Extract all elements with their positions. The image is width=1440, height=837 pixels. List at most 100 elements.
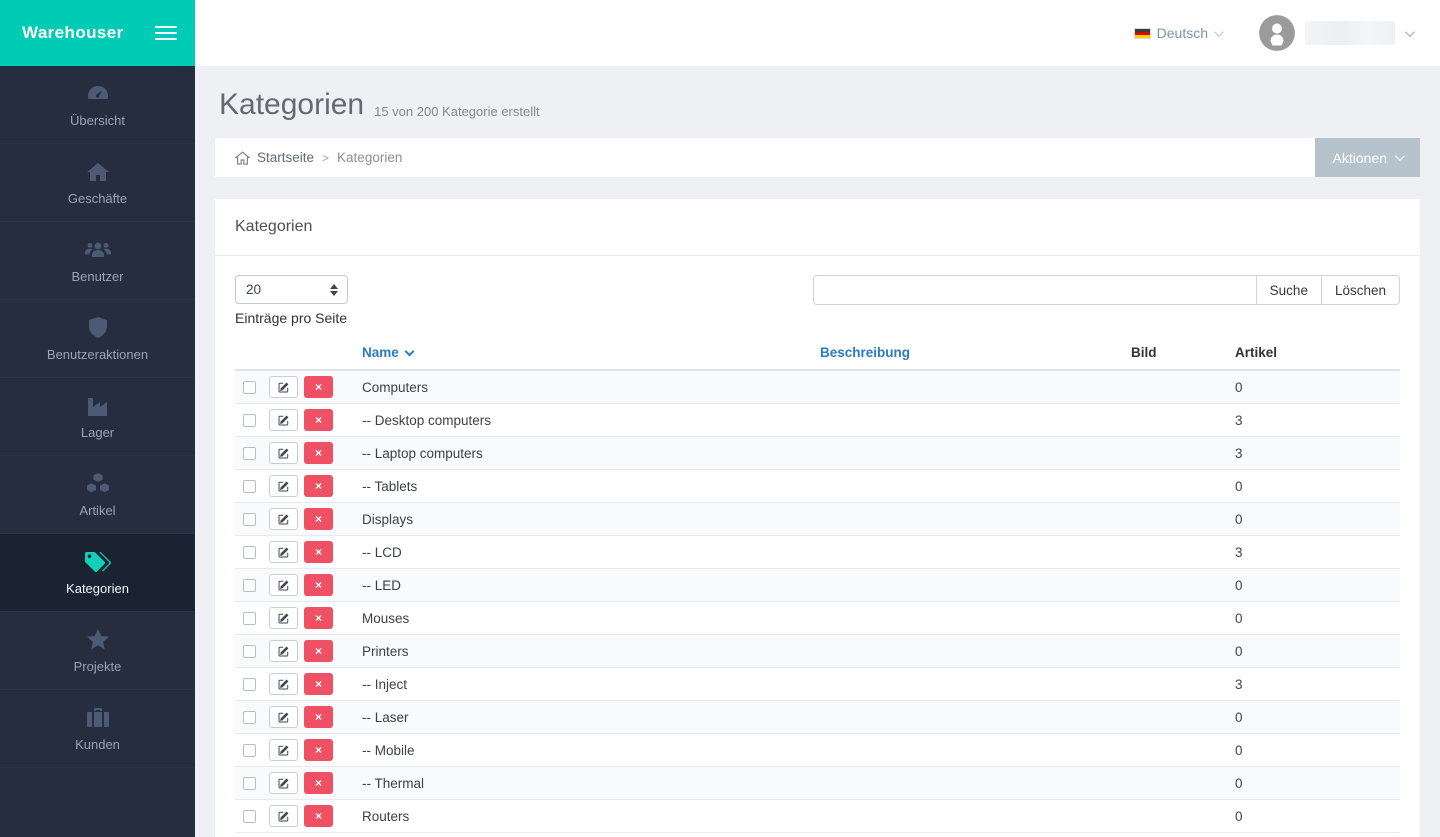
category-bild <box>1123 767 1227 800</box>
row-checkbox[interactable] <box>243 381 256 394</box>
edit-button[interactable] <box>269 574 298 596</box>
sidebar-item-lager[interactable]: Lager <box>0 378 195 456</box>
category-bild <box>1123 437 1227 470</box>
cell-checkbox <box>235 767 261 800</box>
category-artikel: 0 <box>1227 635 1400 668</box>
edit-button[interactable] <box>269 805 298 827</box>
sidebar-item-benutzeraktionen[interactable]: Benutzeraktionen <box>0 300 195 378</box>
category-artikel: 0 <box>1227 800 1400 833</box>
category-artikel: 0 <box>1227 569 1400 602</box>
edit-button[interactable] <box>269 640 298 662</box>
delete-button[interactable]: × <box>304 607 333 629</box>
table-row: ×-- Laser0 <box>235 701 1400 734</box>
row-checkbox[interactable] <box>243 546 256 559</box>
edit-button[interactable] <box>269 541 298 563</box>
sidebar-item-uebersicht[interactable]: Übersicht <box>0 66 195 144</box>
edit-button[interactable] <box>269 475 298 497</box>
sidebar-item-label: Kategorien <box>66 581 129 596</box>
edit-button[interactable] <box>269 409 298 431</box>
user-menu[interactable] <box>1259 15 1412 51</box>
cell-delete: × <box>296 569 336 602</box>
per-page-select[interactable]: 20 <box>235 275 348 304</box>
delete-button[interactable]: × <box>304 706 333 728</box>
search-group: Suche Löschen <box>813 275 1400 305</box>
hamburger-menu-icon[interactable] <box>155 22 177 44</box>
delete-button[interactable]: × <box>304 409 333 431</box>
row-checkbox[interactable] <box>243 777 256 790</box>
cell-checkbox <box>235 536 261 569</box>
cell-checkbox <box>235 404 261 437</box>
row-checkbox[interactable] <box>243 579 256 592</box>
search-button[interactable]: Suche <box>1257 275 1322 305</box>
cell-delete: × <box>296 767 336 800</box>
category-bild <box>1123 734 1227 767</box>
edit-button[interactable] <box>269 376 298 398</box>
delete-button[interactable]: × <box>304 739 333 761</box>
row-checkbox[interactable] <box>243 810 256 823</box>
row-checkbox[interactable] <box>243 645 256 658</box>
sidebar-item-projekte[interactable]: Projekte <box>0 612 195 690</box>
cell-checkbox <box>235 635 261 668</box>
edit-button[interactable] <box>269 673 298 695</box>
delete-button[interactable]: × <box>304 376 333 398</box>
delete-button[interactable]: × <box>304 673 333 695</box>
row-checkbox[interactable] <box>243 513 256 526</box>
sidebar-item-kunden[interactable]: Kunden <box>0 690 195 768</box>
sidebar-item-kategorien[interactable]: Kategorien <box>0 534 195 612</box>
cell-delete: × <box>296 635 336 668</box>
edit-button[interactable] <box>269 706 298 728</box>
delete-button[interactable]: × <box>304 574 333 596</box>
row-checkbox[interactable] <box>243 744 256 757</box>
row-checkbox[interactable] <box>243 711 256 724</box>
per-page-value: 20 <box>246 282 261 297</box>
delete-button[interactable]: × <box>304 508 333 530</box>
category-name: -- Thermal <box>336 767 812 800</box>
shield-icon <box>85 316 111 340</box>
category-bild <box>1123 635 1227 668</box>
delete-button[interactable]: × <box>304 475 333 497</box>
category-bild <box>1123 668 1227 701</box>
edit-button[interactable] <box>269 772 298 794</box>
delete-button[interactable]: × <box>304 541 333 563</box>
sidebar-item-label: Benutzer <box>71 269 123 284</box>
category-name: Computers <box>336 370 812 404</box>
header-delete-col <box>296 341 336 370</box>
delete-button[interactable]: × <box>304 442 333 464</box>
sidebar-item-label: Artikel <box>79 503 115 518</box>
row-checkbox[interactable] <box>243 612 256 625</box>
german-flag-icon <box>1134 28 1151 39</box>
delete-button[interactable]: × <box>304 805 333 827</box>
row-checkbox[interactable] <box>243 678 256 691</box>
chevron-down-icon <box>1395 151 1405 161</box>
search-input[interactable] <box>813 275 1257 305</box>
topbar: Deutsch <box>195 0 1440 66</box>
edit-button[interactable] <box>269 607 298 629</box>
edit-button[interactable] <box>269 442 298 464</box>
edit-button[interactable] <box>269 739 298 761</box>
clear-search-button[interactable]: Löschen <box>1322 275 1400 305</box>
cell-checkbox <box>235 370 261 404</box>
cell-checkbox <box>235 470 261 503</box>
delete-button[interactable]: × <box>304 640 333 662</box>
edit-button[interactable] <box>269 508 298 530</box>
header-beschreibung[interactable]: Beschreibung <box>812 341 1123 370</box>
category-artikel: 0 <box>1227 767 1400 800</box>
main-area: Deutsch Kategorien 15 von 200 Kategorie … <box>195 0 1440 837</box>
delete-button[interactable]: × <box>304 772 333 794</box>
sidebar-item-benutzer[interactable]: Benutzer <box>0 222 195 300</box>
table-row: ×-- LED 0 <box>235 569 1400 602</box>
category-beschreibung <box>812 470 1123 503</box>
language-selector[interactable]: Deutsch <box>1134 25 1221 41</box>
actions-button[interactable]: Aktionen <box>1315 138 1420 177</box>
header-name[interactable]: Name <box>336 341 812 370</box>
breadcrumb-home-link[interactable]: Startseite <box>235 150 314 165</box>
sidebar-item-artikel[interactable]: Artikel <box>0 456 195 534</box>
row-checkbox[interactable] <box>243 447 256 460</box>
cell-edit <box>261 602 296 635</box>
row-checkbox[interactable] <box>243 414 256 427</box>
table-row: ×Printers0 <box>235 635 1400 668</box>
row-checkbox[interactable] <box>243 480 256 493</box>
edit-pencil-icon <box>277 645 290 658</box>
category-name: -- LED <box>336 569 812 602</box>
sidebar-item-geschaefte[interactable]: Geschäfte <box>0 144 195 222</box>
